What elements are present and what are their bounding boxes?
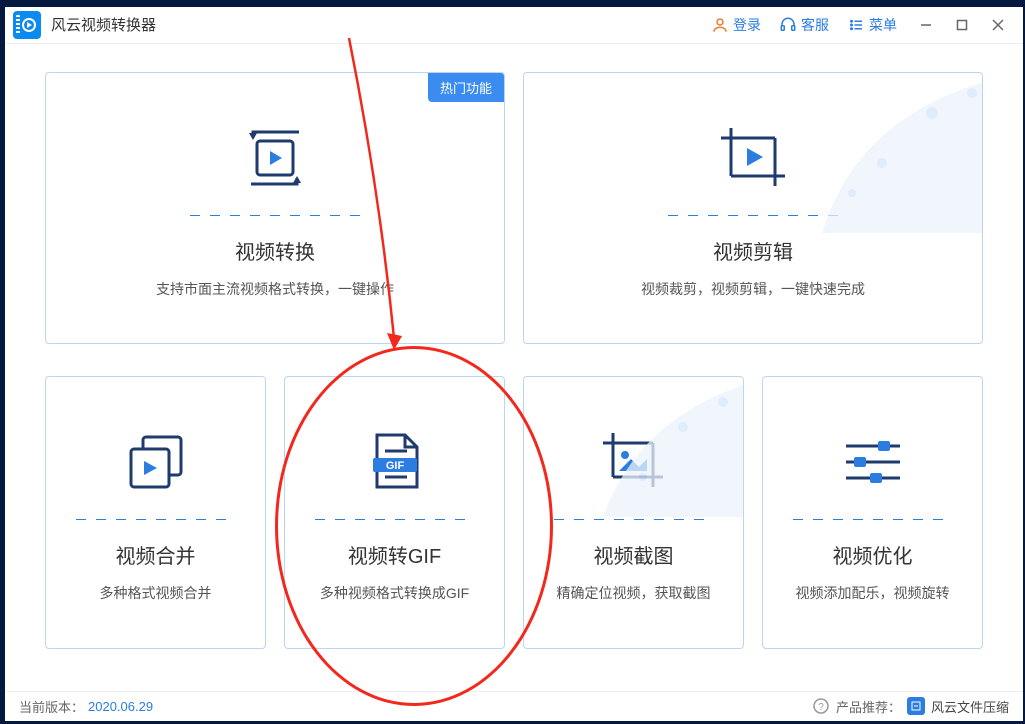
card-title: 视频截图 — [594, 540, 674, 569]
app-title: 风云视频转换器 — [51, 14, 156, 35]
card-divider — [76, 519, 236, 520]
version-label: 当前版本： — [19, 697, 84, 716]
menu-icon — [847, 16, 865, 34]
card-title: 视频剪辑 — [713, 236, 793, 265]
hot-badge: 热门功能 — [428, 73, 504, 102]
card-row-2: 视频合并 多种格式视频合并 GIF 视频转GIF 多种视频格式转换成G — [45, 376, 983, 649]
svg-text:GIF: GIF — [385, 460, 404, 472]
card-bg-deco — [593, 376, 744, 517]
headset-icon — [779, 16, 797, 34]
content-area: 热门功能 视频转换 支持市面主流视频格式转换，一键操作 — [5, 44, 1023, 691]
card-desc: 多种视频格式转换成GIF — [320, 583, 469, 603]
merge-icon — [125, 425, 187, 499]
card-desc: 精确定位视频，获取截图 — [557, 583, 711, 603]
svg-text:?: ? — [818, 702, 824, 713]
recommend-logo — [907, 697, 925, 715]
login-button[interactable]: 登录 — [711, 15, 761, 35]
card-desc: 视频裁剪，视频剪辑，一键快速完成 — [641, 279, 865, 299]
card-bg-deco — [802, 72, 983, 233]
support-button[interactable]: 客服 — [779, 15, 829, 35]
crop-icon — [717, 121, 789, 195]
card-title: 视频转GIF — [348, 540, 441, 569]
card-row-1: 热门功能 视频转换 支持市面主流视频格式转换，一键操作 — [45, 72, 983, 344]
card-title: 视频合并 — [116, 540, 196, 569]
gif-icon: GIF — [367, 425, 423, 499]
user-icon — [711, 16, 729, 34]
statusbar: 当前版本： 2020.06.29 ? 产品推荐： 风云文件压缩 — [5, 691, 1023, 721]
card-video-to-gif[interactable]: GIF 视频转GIF 多种视频格式转换成GIF — [284, 376, 505, 649]
recommend-label: 产品推荐： — [836, 697, 901, 716]
window-controls — [909, 8, 1015, 42]
maximize-button[interactable] — [945, 8, 979, 42]
sliders-icon — [842, 425, 904, 499]
help-icon[interactable]: ? — [812, 697, 830, 715]
card-divider — [315, 519, 475, 520]
card-desc: 支持市面主流视频格式转换，一键操作 — [156, 279, 394, 299]
card-divider — [793, 519, 953, 520]
close-button[interactable] — [981, 8, 1015, 42]
convert-icon — [241, 121, 309, 195]
card-title: 视频优化 — [833, 540, 913, 569]
app-logo — [13, 11, 41, 39]
card-divider — [190, 215, 360, 216]
card-desc: 视频添加配乐，视频旋转 — [796, 583, 950, 603]
card-divider — [554, 519, 714, 520]
version-value: 2020.06.29 — [88, 699, 153, 714]
card-video-convert[interactable]: 热门功能 视频转换 支持市面主流视频格式转换，一键操作 — [45, 72, 505, 344]
recommend-product[interactable]: 风云文件压缩 — [931, 697, 1009, 716]
menu-button[interactable]: 菜单 — [847, 15, 897, 35]
card-video-optimize[interactable]: 视频优化 视频添加配乐，视频旋转 — [762, 376, 983, 649]
card-video-screenshot[interactable]: 视频截图 精确定位视频，获取截图 — [523, 376, 744, 649]
app-window: 风云视频转换器 登录 客服 菜单 — [5, 7, 1023, 721]
titlebar: 风云视频转换器 登录 客服 菜单 — [5, 7, 1023, 44]
card-video-edit[interactable]: 视频剪辑 视频裁剪，视频剪辑，一键快速完成 — [523, 72, 983, 344]
card-desc: 多种格式视频合并 — [100, 583, 212, 603]
card-title: 视频转换 — [235, 236, 315, 265]
card-video-merge[interactable]: 视频合并 多种格式视频合并 — [45, 376, 266, 649]
minimize-button[interactable] — [909, 8, 943, 42]
